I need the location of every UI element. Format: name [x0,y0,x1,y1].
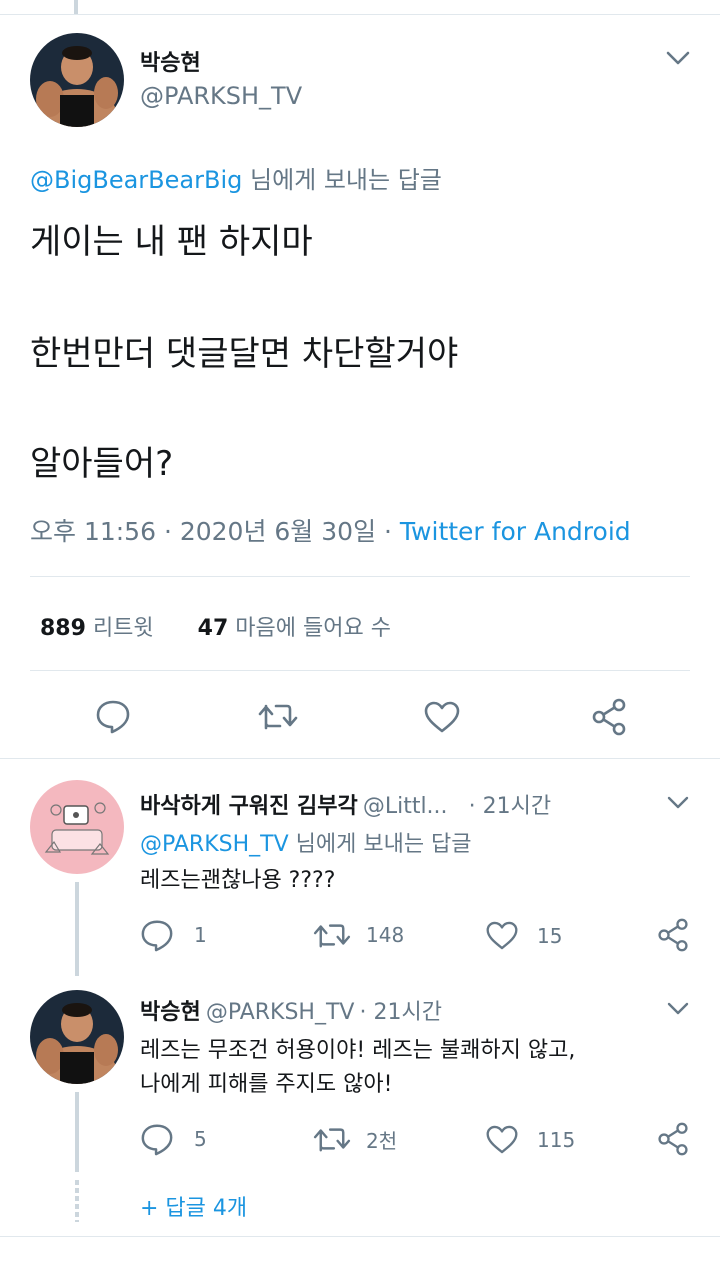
reply-action-retweet[interactable]: 2천 [312,1124,397,1154]
reply-handle[interactable]: @PARKSH_TV [206,1000,355,1025]
tweet-source-link[interactable]: Twitter for Android [400,517,631,546]
like-count: 115 [537,1127,576,1152]
reply-to-handle[interactable]: @BigBearBearBig [30,166,242,194]
like-count: 15 [537,923,563,948]
author-avatar[interactable] [30,33,124,127]
tweet-text-line-2: 한번만더 댓글달면 차단할거야 [30,334,459,374]
reply-avatar[interactable] [30,780,124,874]
reply-handle[interactable]: @Littl... [363,794,448,819]
tweet-text-line-3: 알아들어? [30,444,174,484]
reply-count: 5 [194,1127,207,1151]
tweet-text-line-1: 게이는 내 팬 하지마 [30,222,313,262]
reply-action-like[interactable]: 15 [485,920,562,951]
likes-label: 마음에 들어요 수 [235,616,391,641]
reply-display-name[interactable]: 바삭하게 구워진 김부각 [140,794,358,819]
reply-avatar[interactable] [30,990,124,1084]
reply-icon[interactable] [95,698,131,738]
reply-icon [141,1124,173,1156]
likes-stat[interactable]: 47 마음에 들어요 수 [198,616,391,641]
share-icon[interactable] [590,698,628,740]
reply-to-suffix: 님에게 보내는 답글 [295,832,472,857]
reply-action-retweet[interactable]: 148 [312,920,404,950]
reply-text: 레즈는괜찮나용 ???? [140,868,336,893]
likes-count: 47 [197,616,229,641]
thread-line-1 [75,882,79,976]
tweet-timestamp: 오후 11:56 · 2020년 6월 30일 · [30,517,400,546]
retweet-count: 148 [366,923,405,947]
retweet-count: 2천 [366,1128,398,1153]
reply-to-line: @PARKSH_TV 님에게 보내는 답글 [140,826,472,858]
reply-to-handle[interactable]: @PARKSH_TV [140,832,289,857]
tweet-stats: 889 리트윗 47 마음에 들어요 수 [40,610,391,642]
reply-time: · 21시간 [468,794,552,819]
retweet-icon [313,1128,351,1152]
reply-to-suffix: 님에게 보내는 답글 [249,166,442,194]
retweet-icon[interactable] [257,700,299,736]
retweets-stat[interactable]: 889 리트윗 [40,616,154,641]
reply-action-reply[interactable]: 1 [140,918,207,952]
tweet-meta: 오후 11:56 · 2020년 6월 30일 · Twitter for An… [30,512,631,548]
bottom-divider [0,1236,720,1237]
stats-divider-top [30,576,690,577]
reply-action-like[interactable]: 115 [485,1124,575,1155]
stats-divider-bottom [30,670,690,671]
chevron-down-icon[interactable] [664,48,692,72]
heart-icon [486,1125,518,1154]
reply-text-line-2: 나에게 피해를 주지도 않아! [140,1072,393,1097]
reply-text-line-1: 레즈는 무조건 허용이야! 레즈는 불쾌하지 않고, [140,1038,576,1063]
reply-icon [141,920,173,952]
reply-display-name[interactable]: 박승현 [140,1000,201,1025]
chevron-down-icon[interactable] [664,792,692,816]
show-more-replies-link[interactable]: + 답글 4개 [140,1190,247,1222]
reply-to-line: @BigBearBearBig 님에게 보내는 답글 [30,160,442,195]
share-icon[interactable] [656,1122,690,1160]
heart-icon[interactable] [423,700,461,738]
chevron-down-icon[interactable] [664,998,692,1022]
thread-line-top [74,0,78,14]
reply-count: 1 [194,923,207,947]
author-handle[interactable]: @PARKSH_TV [140,82,302,110]
thread-line-2 [75,1092,79,1172]
reply-time: · 21시간 [359,1000,443,1025]
section-divider [0,758,720,759]
reply-header: 박승현 @PARKSH_TV · 21시간 [140,994,442,1026]
retweets-label: 리트윗 [92,616,154,641]
heart-icon [486,921,518,950]
thread-dots [75,1180,79,1222]
retweet-icon [313,924,351,948]
reply-header: 바삭하게 구워진 김부각 @Littl... · 21시간 [140,788,551,820]
author-display-name[interactable]: 박승현 [140,45,201,77]
retweets-count: 889 [40,616,86,641]
top-divider [0,14,720,15]
reply-action-reply[interactable]: 5 [140,1122,207,1156]
share-icon[interactable] [656,918,690,956]
